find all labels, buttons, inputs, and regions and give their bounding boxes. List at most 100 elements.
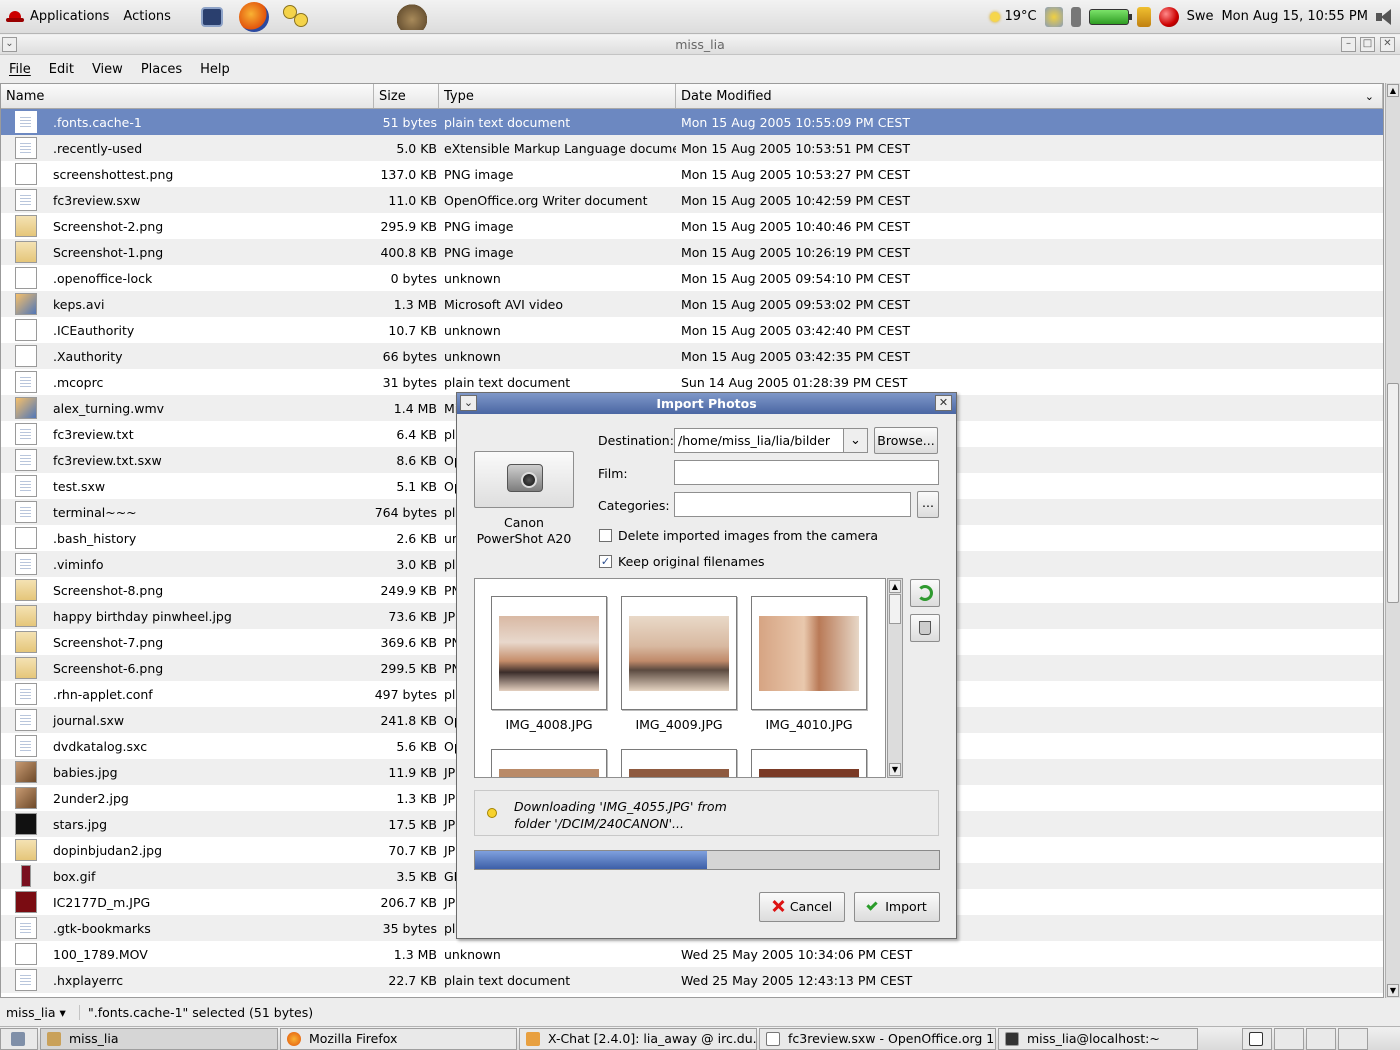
applications-menu[interactable]: Applications [30, 9, 109, 24]
keep-filenames-label[interactable]: Keep original filenames [618, 554, 765, 569]
scroll-up-icon[interactable]: ▲ [1387, 84, 1399, 97]
file-size: 51 bytes [382, 114, 437, 130]
browse-button[interactable]: Browse... [874, 427, 938, 454]
user-icon[interactable] [1136, 6, 1151, 27]
file-list-scrollbar[interactable]: ▲ ▼ [1385, 83, 1400, 998]
file-row[interactable]: .fonts.cache-1 51 bytes plain text documen… [1, 109, 1383, 135]
gimp-launcher-icon[interactable] [396, 3, 427, 30]
keep-filenames-checkbox[interactable]: ✓ [599, 555, 612, 568]
file-row[interactable]: Screenshot-2.png 295.9 KB PNG image Mon 15 … [1, 213, 1383, 239]
task-xchat[interactable]: X-Chat [2.4.0]: lia_away @ irc.du.se [519, 1027, 757, 1050]
workspace-switcher-3[interactable] [1306, 1027, 1336, 1050]
delete-photo-button[interactable] [910, 614, 940, 642]
photo-thumbnail[interactable] [751, 596, 867, 710]
task-openoffice[interactable]: fc3review.sxw - OpenOffice.org 1.1. [759, 1027, 996, 1050]
column-name[interactable]: Name [1, 84, 374, 108]
file-name: .gtk-bookmarks [53, 920, 151, 936]
maximize-icon[interactable]: □ [1360, 37, 1375, 52]
sort-chevron-icon[interactable]: ⌄ [1365, 90, 1374, 103]
photo-filename: IMG_4008.JPG [505, 717, 593, 732]
menu-file[interactable]: File [0, 62, 40, 77]
photo-thumbnail[interactable] [621, 749, 737, 777]
file-row[interactable]: fc3review.sxw 11.0 KB OpenOffice.org Write… [1, 187, 1383, 213]
dialog-menu-icon[interactable]: ⌄ [460, 395, 477, 411]
show-desktop-button[interactable] [0, 1027, 38, 1050]
film-input[interactable] [674, 460, 939, 485]
delete-checkbox[interactable] [599, 529, 612, 542]
window-titlebar[interactable]: ⌄ miss_lia – □ ✕ [0, 35, 1400, 55]
workspace-switcher[interactable] [1242, 1027, 1272, 1050]
volume-icon[interactable] [1376, 7, 1392, 27]
delete-label[interactable]: Delete imported images from the camera [618, 528, 878, 543]
keyboard-layout[interactable]: Swe [1187, 9, 1214, 24]
photo-thumbnail[interactable] [621, 596, 737, 710]
minimize-icon[interactable]: – [1341, 37, 1356, 52]
file-row[interactable]: .Xauthority 66 bytes unknown Mon 15 Aug 200… [1, 343, 1383, 369]
file-name-cell: .gtk-bookmarks [1, 917, 374, 939]
file-row[interactable]: screenshottest.png 137.0 KB PNG image Mon 1… [1, 161, 1383, 187]
categories-more-button[interactable]: ... [917, 491, 939, 518]
file-row[interactable]: .ICEauthority 10.7 KB unknown Mon 15 Aug 20… [1, 317, 1383, 343]
refresh-button[interactable] [910, 579, 940, 607]
terminal-launcher-icon[interactable] [200, 6, 223, 27]
location-dropdown[interactable]: miss_lia ▾ [0, 1004, 80, 1020]
task-terminal[interactable]: miss_lia@localhost:~ [998, 1027, 1198, 1050]
xchat-launcher-icon[interactable] [281, 3, 311, 31]
categories-input[interactable] [674, 492, 911, 517]
file-name-cell: dvdkatalog.sxc [1, 735, 374, 757]
workspace-switcher-2[interactable] [1274, 1027, 1304, 1050]
thumbs-scroll-thumb[interactable] [889, 594, 901, 624]
file-row[interactable]: .openoffice-lock 0 bytes unknown Mon 15 Aug… [1, 265, 1383, 291]
file-name-cell: fc3review.sxw [1, 189, 374, 211]
menu-view[interactable]: View [83, 62, 132, 77]
scroll-down-icon[interactable]: ▼ [1387, 984, 1399, 997]
panel-clock[interactable]: Mon Aug 15, 10:55 PM [1221, 9, 1368, 24]
column-date[interactable]: Date Modified ⌄ [676, 84, 1383, 108]
dialog-close-icon[interactable]: ✕ [935, 395, 952, 411]
cancel-button[interactable]: Cancel [759, 892, 845, 922]
file-name-cell: .openoffice-lock [1, 267, 374, 289]
camera-button[interactable] [474, 451, 574, 508]
thumbs-scroll-down-icon[interactable]: ▼ [889, 763, 901, 776]
file-row[interactable]: Screenshot-1.png 400.8 KB PNG image Mon 15 … [1, 239, 1383, 265]
download-status-box: Downloading 'IMG_4055.JPG' from folder '… [474, 790, 939, 836]
weather-temperature[interactable]: 19°C [1004, 9, 1036, 24]
photo-thumbnail[interactable] [751, 749, 867, 777]
firefox-launcher-icon[interactable] [238, 1, 269, 32]
photo-thumbnail[interactable] [491, 749, 607, 777]
task-firefox[interactable]: Mozilla Firefox [280, 1027, 517, 1050]
column-type[interactable]: Type [439, 84, 676, 108]
destination-dropdown-icon[interactable]: ⌄ [843, 429, 867, 452]
file-row[interactable]: keps.avi 1.3 MB Microsoft AVI video Mon 15 … [1, 291, 1383, 317]
workspace-switcher-4[interactable] [1338, 1027, 1368, 1050]
file-row[interactable]: 100_1789.MOV 1.3 MB unknown Wed 25 May 2005… [1, 941, 1383, 967]
alert-icon[interactable] [1158, 6, 1179, 27]
file-row[interactable]: .recently-used 5.0 KB eXtensible Markup La… [1, 135, 1383, 161]
update-notifier-icon[interactable] [1044, 6, 1063, 27]
file-row[interactable]: .hxplayerrc 22.7 KB plain text document Wed… [1, 967, 1383, 993]
battery-icon[interactable] [1088, 8, 1132, 25]
thumbnail-scrollbar[interactable]: ▲ ▼ [887, 578, 903, 778]
file-icon [15, 449, 37, 471]
menu-help[interactable]: Help [191, 62, 239, 77]
destination-combo[interactable]: /home/miss_lia/lia/bilder ⌄ [674, 428, 868, 453]
task-openoffice-label: fc3review.sxw - OpenOffice.org 1.1. [788, 1031, 996, 1046]
scroll-thumb[interactable] [1387, 383, 1399, 603]
window-menu-icon[interactable]: ⌄ [2, 37, 17, 52]
file-size: 249.9 KB [380, 582, 437, 598]
file-date: Mon 15 Aug 2005 10:53:51 PM CEST [681, 140, 910, 156]
menu-places[interactable]: Places [132, 62, 191, 77]
power-plug-icon[interactable] [1070, 6, 1081, 27]
file-name-cell: Screenshot-8.png [1, 579, 374, 601]
dialog-titlebar[interactable]: ⌄ Import Photos ✕ [457, 393, 956, 414]
thumbs-scroll-up-icon[interactable]: ▲ [889, 580, 901, 593]
photo-thumbnail[interactable] [491, 596, 607, 710]
photo-thumbnails[interactable]: IMG_4008.JPG IMG_4009.JPG IMG_4010.JPG [474, 578, 886, 778]
import-photos-dialog[interactable]: ⌄ Import Photos ✕ Canon PowerShot A20 De… [456, 392, 957, 939]
column-size[interactable]: Size [374, 84, 439, 108]
actions-menu[interactable]: Actions [123, 9, 171, 24]
menu-edit[interactable]: Edit [40, 62, 83, 77]
task-file-manager[interactable]: miss_lia [40, 1027, 278, 1050]
import-button[interactable]: Import [854, 892, 940, 922]
close-icon[interactable]: ✕ [1380, 37, 1395, 52]
